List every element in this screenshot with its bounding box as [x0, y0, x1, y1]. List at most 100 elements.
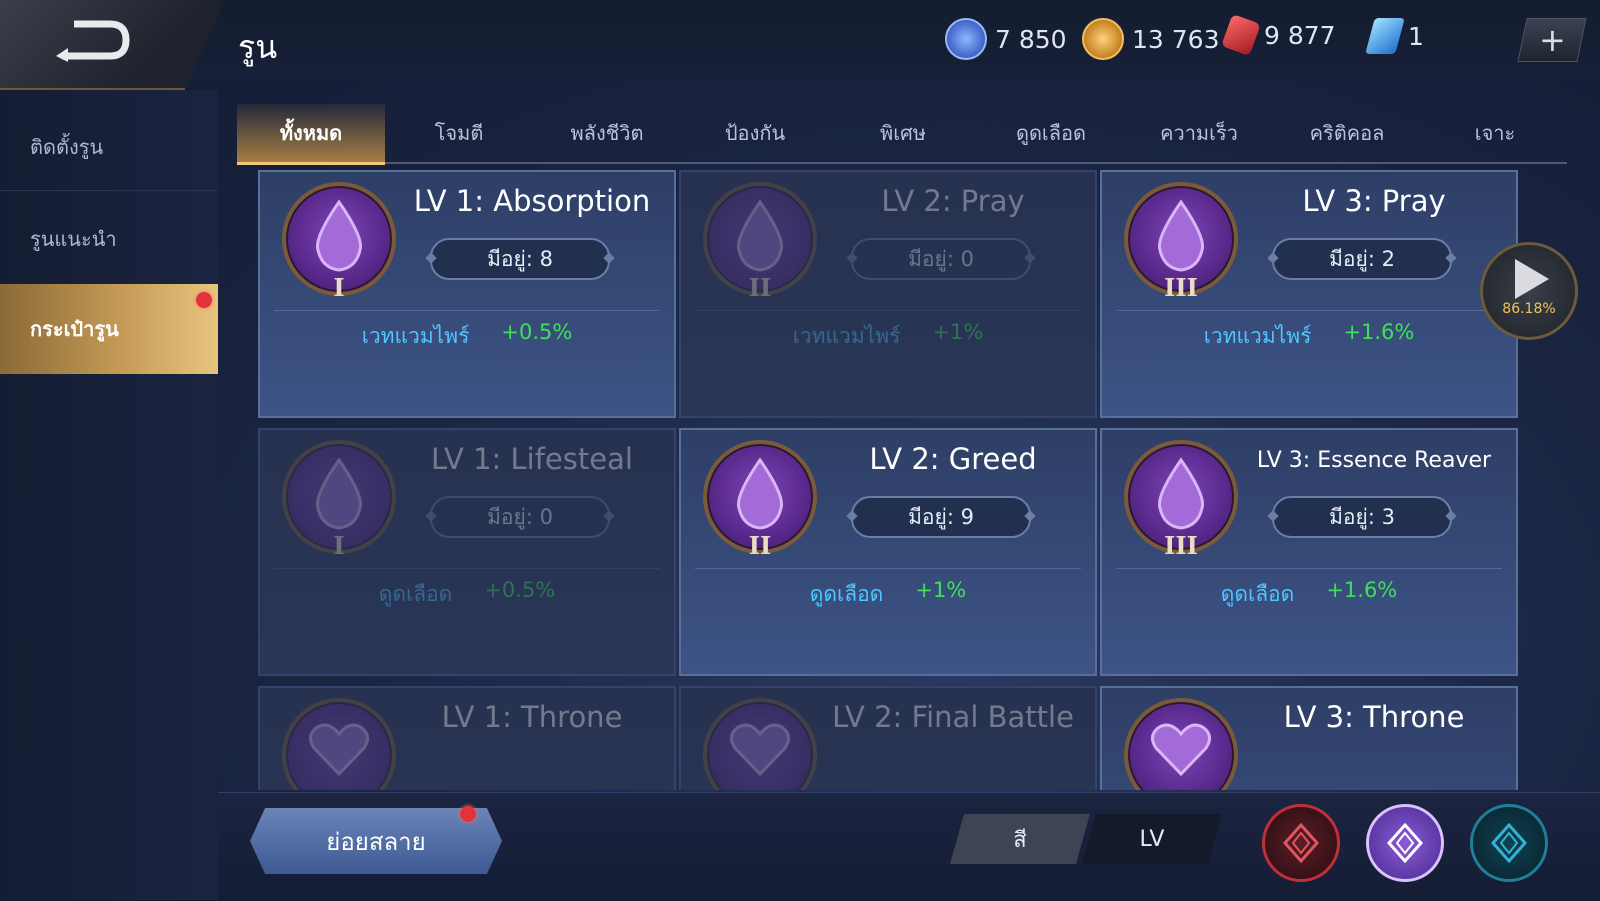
red-rune-filter-button[interactable] — [1262, 804, 1340, 882]
sidebar-item-label: รูนแนะนำ — [30, 227, 117, 251]
sort-by-level-button[interactable]: LV — [1082, 814, 1222, 864]
heart-rune-icon — [282, 698, 396, 790]
rune-card[interactable]: LV 2: Final Battle — [679, 686, 1097, 790]
sidebar: ติดตั้งรูน รูนแนะนำ กระเป๋ารูน — [0, 90, 218, 900]
sidebar-item-rune-bag[interactable]: กระเป๋ารูน — [0, 284, 218, 374]
rune-card[interactable]: I LV 1: Lifesteal มีอยู่: 0 ดูดเลือด +0.… — [258, 428, 676, 676]
rune-title: LV 1: Absorption — [413, 184, 651, 218]
owned-count: มีอยู่: 9 — [851, 496, 1031, 538]
rune-title: LV 3: Essence Reaver — [1256, 448, 1492, 473]
gold-value: 13 763 — [1132, 24, 1220, 54]
rune-grid: I LV 1: Absorption มีอยู่: 8 เวทแวมไพร์ … — [258, 170, 1538, 790]
rune-title: LV 2: Greed — [869, 442, 1037, 476]
tab-speed[interactable]: ความเร็ว — [1125, 104, 1273, 162]
blue-crystal-icon — [1365, 18, 1405, 54]
plus-icon: + — [1538, 21, 1566, 59]
red-gem-icon — [1221, 13, 1261, 57]
rune-title: LV 3: Pray — [1302, 184, 1446, 218]
stat-name: เวทแวมไพร์ — [792, 324, 901, 348]
drop-rune-icon: I — [282, 440, 396, 560]
rune-stat: เวทแวมไพร์ +0.5% — [260, 320, 674, 353]
rune-card[interactable]: II LV 2: Pray มีอยู่: 0 เวทแวมไพร์ +1% — [679, 170, 1097, 418]
divider — [1116, 568, 1502, 569]
stat-name: ดูดเลือด — [378, 582, 453, 606]
crystal-counter: 1 — [1365, 18, 1424, 54]
page-title: รูน — [238, 28, 278, 66]
stat-value: +1% — [932, 320, 984, 344]
notification-dot — [460, 806, 476, 822]
tab-attack[interactable]: โจมตี — [385, 104, 533, 162]
coupon-counter: 7 850 — [945, 18, 1067, 60]
sidebar-item-recommended-rune[interactable]: รูนแนะนำ — [0, 194, 218, 284]
heart-rune-icon — [703, 698, 817, 790]
rune-card[interactable]: III LV 3: Pray มีอยู่: 2 เวทแวมไพร์ +1.6… — [1100, 170, 1518, 418]
sort-toggle: สี LV — [950, 814, 1222, 864]
stat-value: +0.5% — [501, 320, 573, 344]
play-icon — [1515, 259, 1549, 299]
sidebar-item-label: กระเป๋ารูน — [30, 317, 119, 341]
drop-rune-icon: II — [703, 182, 817, 302]
rune-title: LV 3: Throne — [1283, 700, 1465, 734]
owned-count: มีอยู่: 0 — [430, 496, 610, 538]
sidebar-divider — [0, 190, 218, 191]
tab-all[interactable]: ทั้งหมด — [237, 104, 385, 165]
drop-rune-icon: II — [703, 440, 817, 560]
rune-title: LV 1: Lifesteal — [431, 442, 633, 476]
rune-level-numeral: I — [333, 273, 345, 302]
next-page-button[interactable]: 86.18% — [1480, 242, 1578, 340]
tab-hp[interactable]: พลังชีวิต — [533, 104, 681, 162]
rune-stat: ดูดเลือด +0.5% — [260, 578, 674, 611]
rune-card[interactable]: II LV 2: Greed มีอยู่: 9 ดูดเลือด +1% — [679, 428, 1097, 676]
tab-lifesteal[interactable]: ดูดเลือด — [977, 104, 1125, 162]
add-currency-button[interactable]: + — [1517, 18, 1587, 62]
rune-stat: ดูดเลือด +1.6% — [1102, 578, 1516, 611]
stat-value: +1.6% — [1326, 578, 1398, 602]
stat-value: +1% — [915, 578, 967, 602]
coupon-icon — [945, 18, 987, 60]
owned-count: มีอยู่: 3 — [1272, 496, 1452, 538]
sidebar-item-install-rune[interactable]: ติดตั้งรูน — [0, 102, 218, 192]
rune-title: LV 1: Throne — [441, 700, 623, 734]
stat-name: ดูดเลือด — [1220, 582, 1295, 606]
progress-percent: 86.18% — [1502, 301, 1556, 317]
red-rune-filter-icon — [1282, 823, 1320, 863]
rune-title: LV 2: Final Battle — [832, 700, 1074, 734]
sort-by-color-button[interactable]: สี — [950, 814, 1090, 864]
purple-rune-filter-icon — [1386, 823, 1424, 863]
notification-dot — [196, 292, 212, 308]
tab-defense[interactable]: ป้องกัน — [681, 104, 829, 162]
stat-name: เวทแวมไพร์ — [361, 324, 470, 348]
tab-penetration[interactable]: เจาะ — [1421, 104, 1569, 162]
rune-level-numeral: I — [333, 531, 345, 560]
tab-special[interactable]: พิเศษ — [829, 104, 977, 162]
dismantle-label: ย่อยสลาย — [326, 827, 426, 856]
red-gem-counter: 9 877 — [1221, 13, 1336, 57]
rune-stat: เวทแวมไพร์ +1.6% — [1102, 320, 1516, 353]
rune-level-numeral: III — [1164, 531, 1198, 560]
teal-rune-filter-button[interactable] — [1470, 804, 1548, 882]
divider — [695, 568, 1081, 569]
divider — [274, 568, 660, 569]
rune-card[interactable]: LV 3: Throne — [1100, 686, 1518, 790]
teal-rune-filter-icon — [1490, 823, 1528, 863]
back-arrow-icon — [56, 20, 130, 62]
rune-card[interactable]: LV 1: Throne — [258, 686, 676, 790]
rune-stat: เวทแวมไพร์ +1% — [681, 320, 1095, 353]
red-gem-value: 9 877 — [1264, 20, 1336, 50]
drop-rune-icon: I — [282, 182, 396, 302]
gold-coin-icon — [1082, 18, 1124, 60]
divider — [1116, 310, 1502, 311]
rune-card[interactable]: III LV 3: Essence Reaver มีอยู่: 3 ดูดเล… — [1100, 428, 1518, 676]
owned-count: มีอยู่: 0 — [851, 238, 1031, 280]
crystal-value: 1 — [1408, 21, 1424, 51]
stat-value: +0.5% — [484, 578, 556, 602]
sidebar-item-label: ติดตั้งรูน — [30, 135, 104, 159]
purple-rune-filter-button[interactable] — [1366, 804, 1444, 882]
rune-card[interactable]: I LV 1: Absorption มีอยู่: 8 เวทแวมไพร์ … — [258, 170, 676, 418]
rune-stat: ดูดเลือด +1% — [681, 578, 1095, 611]
stat-name: เวทแวมไพร์ — [1203, 324, 1312, 348]
drop-rune-icon: III — [1124, 182, 1238, 302]
tab-critical[interactable]: คริติคอล — [1273, 104, 1421, 162]
stat-name: ดูดเลือด — [809, 582, 884, 606]
rune-level-numeral: II — [748, 273, 772, 302]
